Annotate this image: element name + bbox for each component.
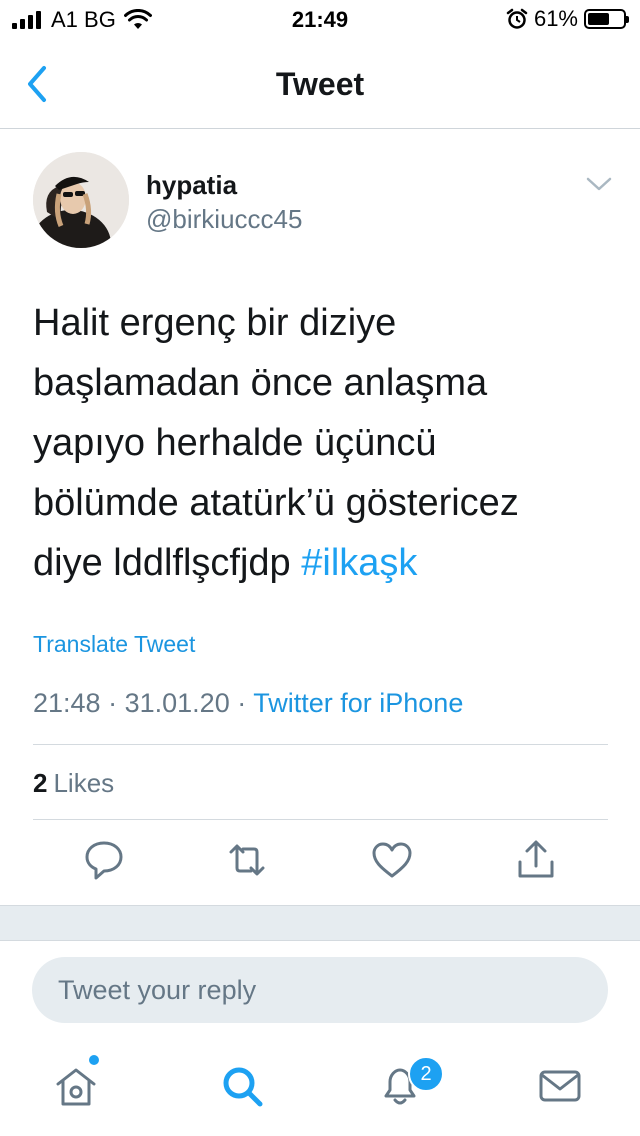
translate-tweet-link[interactable]: Translate Tweet — [33, 631, 195, 658]
home-unread-dot — [89, 1055, 99, 1065]
tweet-text-line: bölümde atatürk’ü göstericez — [33, 482, 519, 524]
tweet-text: Halit ergenç bir diziye başlamadan önce … — [33, 293, 613, 593]
hashtag-link[interactable]: #ilkaşk — [301, 542, 417, 584]
author-display-name[interactable]: hypatia — [146, 170, 237, 201]
likes-count-link[interactable]: 2 Likes — [33, 768, 114, 799]
divider — [33, 819, 608, 820]
tweet-detail-screen: A1 BG 21:49 61% Tweet hypatia @birkiuccc… — [0, 0, 640, 1136]
alarm-icon — [506, 8, 528, 29]
section-separator — [0, 905, 640, 941]
battery-level — [588, 13, 609, 25]
search-icon[interactable] — [218, 1062, 266, 1110]
status-right: 61% — [506, 6, 629, 32]
tweet-text-fragment: diye lddlflşcfjdp — [33, 542, 291, 584]
like-icon[interactable] — [370, 838, 414, 882]
battery-percent: 61% — [533, 6, 578, 31]
reply-input[interactable]: Tweet your reply — [32, 957, 608, 1023]
avatar-image — [33, 152, 129, 248]
chevron-down-icon[interactable] — [584, 174, 614, 194]
avatar[interactable] — [33, 152, 129, 248]
tweet-text-line-last: diye lddlflşcfjdp #ilkaşk — [33, 533, 613, 593]
author-handle[interactable]: @birkiuccc45 — [146, 204, 302, 235]
likes-label: Likes — [53, 768, 115, 798]
tab-bar — [0, 1040, 640, 1136]
tweet-meta: 21:48 · 31.01.20 · Twitter for iPhone — [33, 688, 463, 719]
meta-separator: · — [237, 688, 247, 718]
tweet-date: 31.01.20 — [124, 688, 230, 718]
tweet-text-line: Halit ergenç bir diziye — [33, 302, 397, 344]
retweet-icon[interactable] — [225, 838, 269, 882]
tweet-actions — [0, 838, 640, 888]
share-icon[interactable] — [514, 838, 558, 882]
page-title: Tweet — [275, 66, 365, 102]
reply-icon[interactable] — [82, 838, 126, 882]
divider — [33, 744, 608, 745]
nav-bar: Tweet — [0, 40, 640, 129]
tweet-time: 21:48 — [33, 688, 101, 718]
home-icon[interactable] — [52, 1062, 100, 1110]
tweet-text-line: yapıyo herhalde üçüncü — [33, 422, 437, 464]
likes-count: 2 — [33, 768, 48, 798]
battery-icon — [584, 9, 629, 29]
tweet-source-link[interactable]: Twitter for iPhone — [253, 688, 463, 718]
tweet-text-line: başlamadan önce anlaşma — [33, 362, 488, 404]
messages-icon[interactable] — [536, 1062, 584, 1110]
meta-separator: · — [108, 688, 118, 718]
status-bar: A1 BG 21:49 61% — [0, 0, 640, 40]
notifications-badge: 2 — [408, 1056, 444, 1092]
